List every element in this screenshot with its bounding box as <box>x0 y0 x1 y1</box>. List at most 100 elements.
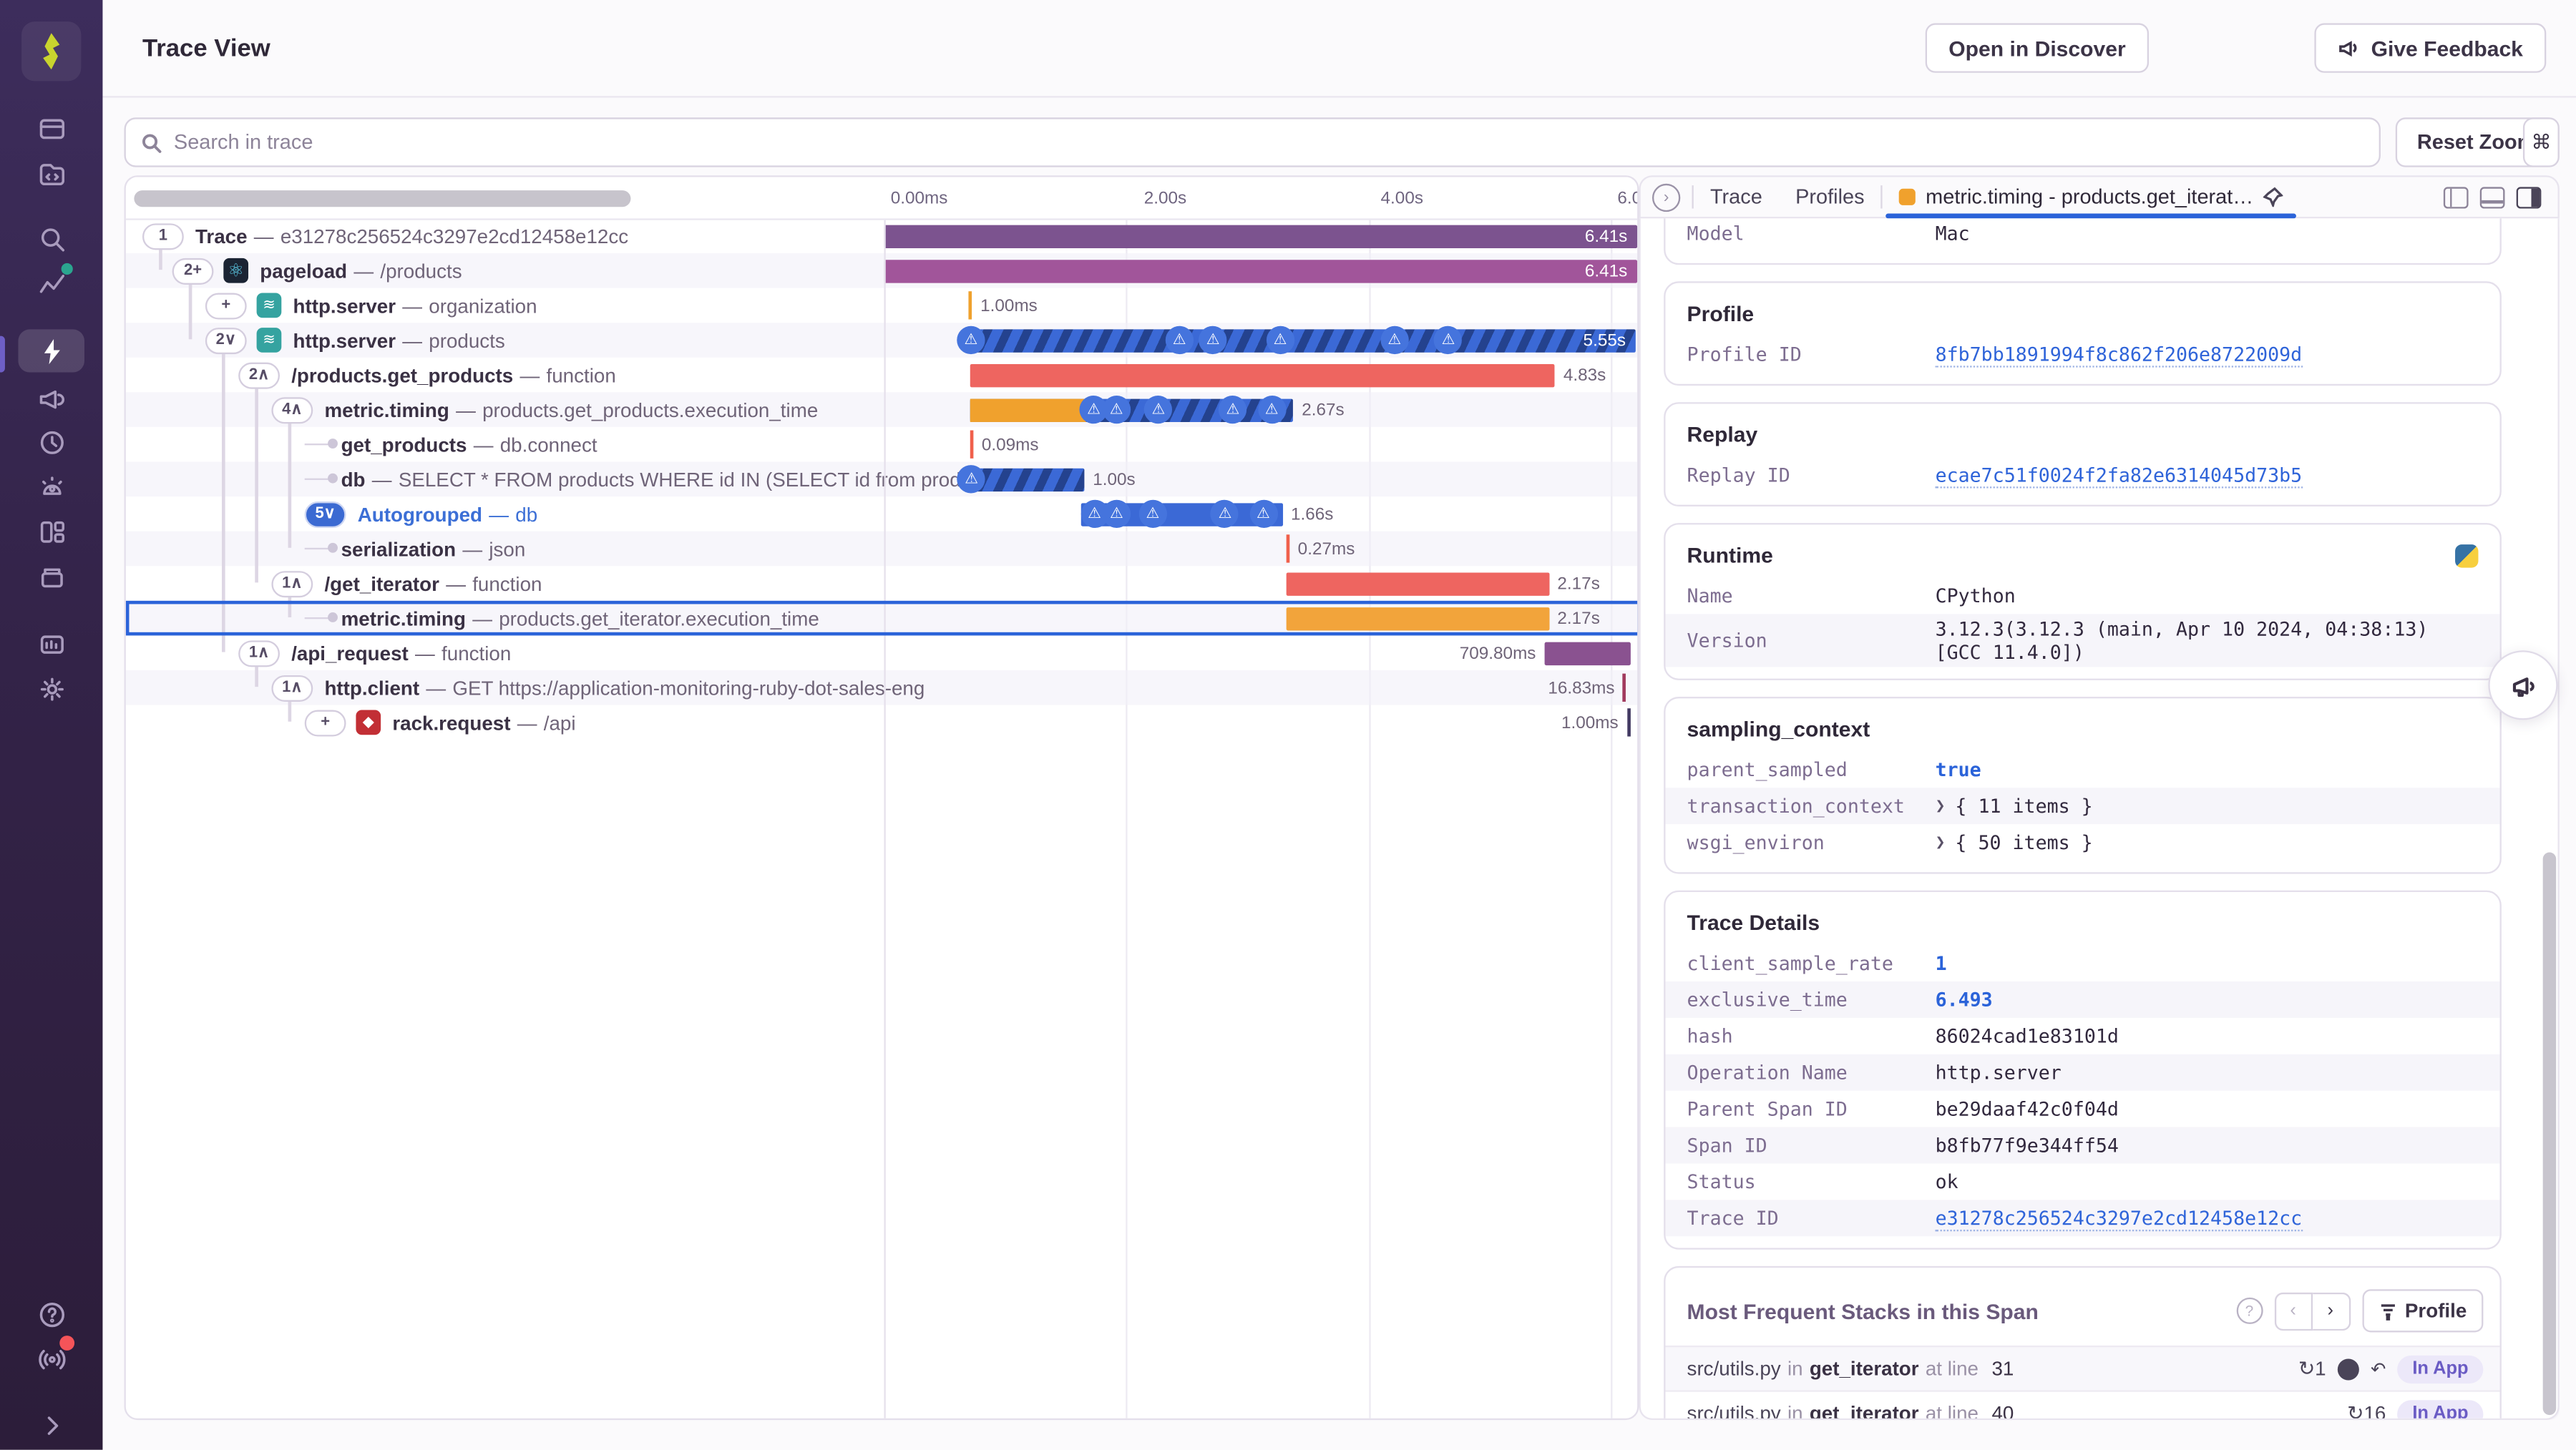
sidebar-item-monitors[interactable] <box>18 622 84 665</box>
span-tree-cell[interactable]: + ◆ rack.request —/api <box>126 705 1063 740</box>
detail-value-link[interactable]: 8fb7bb1891994f8c862f206e8722009d <box>1935 342 2303 367</box>
span-duration-bar[interactable] <box>884 259 1638 283</box>
floating-feedback-button[interactable] <box>2488 650 2558 720</box>
collapse-drawer-icon[interactable]: › <box>1652 182 1681 211</box>
span-duration-tick[interactable] <box>970 430 974 459</box>
sidebar-collapse-button[interactable] <box>18 1404 84 1446</box>
span-tree-cell[interactable]: 1 Trace — e31278c256524c3297e2cd12458e12cc <box>126 218 901 253</box>
error-badge-icon[interactable]: ⚠ <box>1102 394 1131 423</box>
span-duration-bar[interactable] <box>970 363 1556 387</box>
span-duration-bar[interactable]: ⚠ ⚠ ⚠ ⚠ ⚠ ⚠ <box>957 325 1636 353</box>
span-row[interactable]: + ≋ http.server — organization 1.00ms <box>126 288 1637 323</box>
span-row[interactable]: 2∧ /products.get_products — function 4.83s <box>126 358 1637 393</box>
span-tree-cell[interactable]: db — SELECT * FROM products WHERE id IN (S… <box>126 461 1063 496</box>
span-tree-cell[interactable]: 1∧ /api_request — function <box>126 635 997 670</box>
span-toggle-chip[interactable]: 1∧ <box>271 570 313 597</box>
span-toggle-chip[interactable]: 2∧ <box>238 361 280 388</box>
help-icon[interactable]: ? <box>2235 1297 2263 1324</box>
span-toggle-chip[interactable]: 1∧ <box>238 640 280 667</box>
span-row[interactable]: 1∧ /api_request — function 709.80ms <box>126 635 1637 670</box>
prev-stack-button[interactable]: ‹ <box>2274 1291 2313 1330</box>
open-in-editor-icon[interactable]: ↷ <box>2371 1358 2386 1380</box>
sidebar-item-alerts[interactable] <box>18 465 84 508</box>
profile-button[interactable]: Profile <box>2361 1289 2484 1333</box>
error-badge-icon[interactable]: ⚠ <box>1211 499 1239 527</box>
tab-profiles[interactable]: Profiles <box>1779 185 1881 208</box>
command-palette-button[interactable]: ⌘ <box>2522 117 2560 167</box>
give-feedback-button[interactable]: Give Feedback <box>2314 23 2547 73</box>
span-duration-bar[interactable] <box>1286 572 1549 595</box>
span-toggle-chip[interactable]: 2+ <box>172 257 214 284</box>
next-stack-button[interactable]: › <box>2312 1291 2351 1330</box>
span-row[interactable]: 1∧ http.client — GET https://application-mo… <box>125 670 1638 705</box>
sidebar-item-help[interactable] <box>18 1293 84 1336</box>
drawer-scroll-thumb[interactable] <box>2542 852 2557 1416</box>
span-row[interactable]: 2∨ ≋ http.server — products ⚠ ⚠ ⚠ ⚠ ⚠ ⚠ 5.55s <box>125 323 1638 358</box>
span-row[interactable]: get_products — db.connect 0.09ms <box>126 427 1637 462</box>
span-toggle-chip[interactable]: + <box>205 292 247 319</box>
span-toggle-chip[interactable]: 1 <box>142 222 184 250</box>
span-tree-cell[interactable]: 2∨ ≋ http.server — products <box>126 323 964 358</box>
span-row[interactable]: 1∧ /get_iterator — function 2.17s <box>126 566 1637 601</box>
error-badge-icon[interactable]: ⚠ <box>957 464 986 493</box>
expand-icon[interactable]: ❯ <box>1936 797 1946 815</box>
sidebar-item-projects[interactable] <box>18 152 84 195</box>
span-duration-tick[interactable] <box>1623 673 1626 702</box>
error-badge-icon[interactable]: ⚠ <box>1266 325 1294 353</box>
detail-row[interactable]: transaction_context ❯ { 11 items } <box>1665 788 2500 825</box>
sidebar-item-replays[interactable] <box>18 421 84 464</box>
stack-frame-row[interactable]: src/utils.py in get_iterator at line 31 ↻1 ↷ In… <box>1665 1345 2500 1391</box>
span-duration-bar[interactable]: ⚠ ⚠ ⚠ ⚠ ⚠ <box>1080 499 1283 527</box>
sidebar-item-settings[interactable] <box>18 667 84 710</box>
sentry-logo[interactable] <box>21 21 82 82</box>
sidebar-item-archive[interactable] <box>18 554 84 597</box>
detail-value-link[interactable]: ecae7c51f0024f2fa82e6314045d73b5 <box>1935 463 2303 488</box>
error-badge-icon[interactable]: ⚠ <box>1257 394 1286 423</box>
detail-value-link[interactable]: e31278c256524c3297e2cd12458e12cc <box>1935 1205 2303 1231</box>
span-row[interactable]: 2+ ⚛ pageload —/products 6.41s <box>125 253 1638 288</box>
span-duration-bar[interactable] <box>1544 641 1631 665</box>
span-tree-cell[interactable]: 5∨ Autogrouped — db <box>126 496 1063 531</box>
span-row[interactable]: 4∧ metric.timing — products.get_products.ex… <box>125 392 1638 427</box>
span-row[interactable]: 5∨ Autogrouped — db ⚠ ⚠ ⚠ ⚠ ⚠ 1.66s <box>126 496 1637 531</box>
span-toggle-chip[interactable]: 2∨ <box>205 326 247 353</box>
tab-span-active[interactable]: metric.timing - products.get_iterat… <box>1883 177 2300 219</box>
tree-scrollbar[interactable] <box>134 190 631 207</box>
github-icon[interactable] <box>2337 1358 2359 1380</box>
span-tree-cell[interactable]: 2+ ⚛ pageload —/products <box>126 253 930 288</box>
error-badge-icon[interactable]: ⚠ <box>1144 394 1173 423</box>
span-toggle-chip[interactable]: 4∧ <box>271 396 313 423</box>
tab-trace[interactable]: Trace <box>1694 185 1779 208</box>
error-badge-icon[interactable]: ⚠ <box>1249 499 1278 527</box>
sidebar-item-stats[interactable] <box>18 262 84 305</box>
span-row[interactable]: 1 Trace — e31278c256524c3297e2cd12458e12cc … <box>126 218 1638 253</box>
span-row[interactable]: + ◆ rack.request —/api 1.00ms <box>126 705 1637 740</box>
error-badge-icon[interactable]: ⚠ <box>1380 325 1409 353</box>
error-badge-icon[interactable]: ⚠ <box>1165 325 1194 353</box>
search-input[interactable]: Search in trace <box>124 117 2381 167</box>
error-badge-icon[interactable]: ⚠ <box>1102 499 1131 527</box>
sidebar-item-dashboards[interactable] <box>18 510 84 553</box>
span-toggle-chip[interactable]: 1∧ <box>271 674 313 701</box>
span-tree-cell[interactable]: 1∧ http.client — GET https://application-mo… <box>126 670 1030 705</box>
span-tree-cell[interactable]: serialization — json <box>126 531 1063 567</box>
sidebar-item-search[interactable] <box>18 217 84 260</box>
dock-bottom-icon[interactable] <box>2479 186 2505 208</box>
expand-icon[interactable]: ❯ <box>1936 833 1946 851</box>
dock-left-icon[interactable] <box>2443 186 2469 208</box>
sidebar-item-broadcast[interactable] <box>18 1336 84 1380</box>
open-in-discover-button[interactable]: Open in Discover <box>1925 23 2150 73</box>
sidebar-item-releases[interactable] <box>18 376 84 418</box>
error-badge-icon[interactable]: ⚠ <box>1199 325 1227 353</box>
error-badge-icon[interactable]: ⚠ <box>957 325 985 353</box>
span-duration-bar[interactable]: ⚠ ⚠ ⚠ ⚠ ⚠ <box>970 394 1294 423</box>
dock-right-icon[interactable] <box>2516 186 2542 208</box>
span-duration-bar[interactable] <box>884 224 1638 248</box>
detail-row[interactable]: wsgi_environ ❯ { 50 items } <box>1665 824 2499 861</box>
span-duration-tick[interactable] <box>968 291 972 320</box>
pin-icon[interactable] <box>2263 187 2284 209</box>
error-badge-icon[interactable]: ⚠ <box>1138 499 1167 527</box>
span-duration-tick[interactable] <box>1286 534 1290 563</box>
error-badge-icon[interactable]: ⚠ <box>1434 325 1463 353</box>
stack-frame-row[interactable]: src/utils.py in get_iterator at line 40 ↻16 In… <box>1665 1390 2500 1419</box>
